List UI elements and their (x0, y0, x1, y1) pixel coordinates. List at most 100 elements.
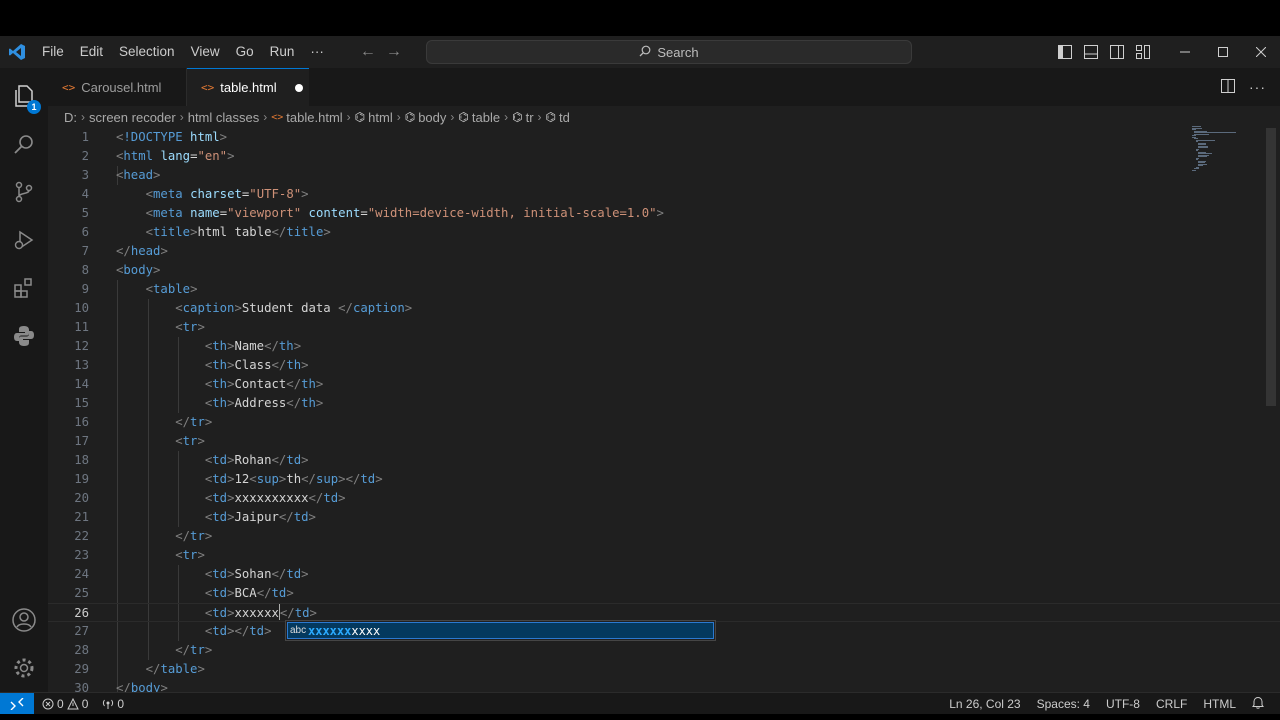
html-file-icon: <> (201, 81, 215, 94)
toggle-panel-icon[interactable] (1078, 36, 1104, 68)
code-line[interactable]: 22 </tr> (48, 527, 1280, 546)
code-editor[interactable]: 1 <!DOCTYPE html> 2 <html lang="en"> 3 <head>… (48, 128, 1280, 692)
search-label: Search (657, 44, 699, 60)
vertical-scrollbar[interactable] (1266, 128, 1276, 406)
breadcrumb-item[interactable]: td (559, 110, 570, 125)
close-icon[interactable] (1242, 36, 1280, 68)
search-icon[interactable] (0, 120, 48, 168)
code-line[interactable]: 4 <meta charset="UTF-8"> (48, 185, 1280, 204)
code-line[interactable]: 5 <meta name="viewport" content="width=d… (48, 204, 1280, 223)
minimap[interactable] (1192, 126, 1252, 171)
code-line[interactable]: 13 <th>Class</th> (48, 356, 1280, 375)
menu-item[interactable]: Selection (111, 36, 183, 68)
line-number: 3 (81, 168, 89, 182)
breadcrumb-item[interactable]: screen recoder (89, 110, 176, 125)
menu-item[interactable]: Run (262, 36, 303, 68)
code-line[interactable]: 18 <td>Rohan</td> (48, 451, 1280, 470)
code-line[interactable]: 12 <th>Name</th> (48, 337, 1280, 356)
breadcrumb-item[interactable]: html (368, 110, 393, 125)
code-text: <td>xxxxxxxxxx</td> (204, 491, 346, 505)
code-line[interactable]: 29 </table> (48, 660, 1280, 679)
breadcrumb-item[interactable]: D: (64, 110, 77, 125)
code-line[interactable]: 23 <tr> (48, 546, 1280, 565)
suggest-widget[interactable]: abc xxxxxx xxxx (285, 620, 716, 641)
code-line[interactable]: 19 <td>12<sup>th</sup></td> (48, 470, 1280, 489)
extensions-icon[interactable] (0, 264, 48, 312)
element-symbol-icon: ⌬ (512, 110, 523, 124)
code-line[interactable]: 6 <title>html table</title> (48, 223, 1280, 242)
cursor-position[interactable]: Ln 26, Col 23 (949, 697, 1020, 711)
unsaved-dot-icon[interactable] (294, 83, 303, 92)
tab-table-html[interactable]: <> table.html (187, 68, 309, 106)
split-editor-icon[interactable] (1221, 78, 1235, 96)
run-debug-icon[interactable] (0, 216, 48, 264)
command-center-search[interactable]: Search (426, 40, 912, 64)
source-control-icon[interactable] (0, 168, 48, 216)
language-mode[interactable]: HTML (1203, 697, 1236, 711)
tab-carousel-html[interactable]: <> Carousel.html (48, 68, 187, 106)
line-number: 25 (74, 586, 89, 600)
toggle-primary-sidebar-icon[interactable] (1052, 36, 1078, 68)
code-line[interactable]: 16 </tr> (48, 413, 1280, 432)
suggestion-item[interactable]: abc xxxxxx xxxx (287, 622, 714, 639)
code-line[interactable]: 11 <tr> (48, 318, 1280, 337)
code-line[interactable]: 17 <tr> (48, 432, 1280, 451)
code-line[interactable]: 7 </head> (48, 242, 1280, 261)
code-line[interactable]: 15 <th>Address</th> (48, 394, 1280, 413)
code-line[interactable]: 9 <table> (48, 280, 1280, 299)
code-line[interactable]: 2 <html lang="en"> (48, 147, 1280, 166)
line-number: 14 (74, 377, 89, 391)
breadcrumb-item[interactable]: body (418, 110, 446, 125)
code-line[interactable]: 21 <td>Jaipur</td> (48, 508, 1280, 527)
back-arrow-icon[interactable]: ← (360, 43, 376, 61)
account-icon[interactable] (0, 596, 48, 644)
problems-indicator[interactable]: 0 0 (42, 697, 88, 711)
code-line[interactable]: 8 <body> (48, 261, 1280, 280)
breadcrumb-item[interactable]: html classes (188, 110, 260, 125)
indentation[interactable]: Spaces: 4 (1037, 697, 1090, 711)
code-line[interactable]: 30 </body> (48, 679, 1280, 692)
breadcrumb-item[interactable]: table (472, 110, 500, 125)
code-text: </table> (145, 662, 205, 676)
code-line[interactable]: 10 <caption>Student data </caption> (48, 299, 1280, 318)
code-line[interactable]: 20 <td>xxxxxxxxxx</td> (48, 489, 1280, 508)
line-number: 7 (81, 244, 89, 258)
line-number: 1 (81, 130, 89, 144)
video-letterbox-bottom (0, 714, 1280, 720)
breadcrumb-item[interactable]: table.html (286, 110, 342, 125)
toggle-secondary-sidebar-icon[interactable] (1104, 36, 1130, 68)
more-actions-icon[interactable]: ··· (1249, 79, 1266, 95)
notifications-bell-icon[interactable] (1252, 696, 1264, 712)
breadcrumb-item[interactable]: tr (526, 110, 534, 125)
menu-item[interactable]: Edit (72, 36, 111, 68)
code-text: </tr> (175, 415, 213, 429)
code-line[interactable]: 24 <td>Sohan</td> (48, 565, 1280, 584)
forward-arrow-icon[interactable]: → (386, 43, 402, 61)
menu-item[interactable]: File (34, 36, 72, 68)
menu-item[interactable]: View (183, 36, 228, 68)
code-line[interactable]: 28 </tr> (48, 641, 1280, 660)
explorer-icon[interactable]: 1 (0, 72, 48, 120)
code-line[interactable]: 14 <th>Contact</th> (48, 375, 1280, 394)
menu-item[interactable]: Go (228, 36, 262, 68)
code-line[interactable]: 25 <td>BCA</td> (48, 584, 1280, 603)
code-line[interactable]: 1 <!DOCTYPE html> (48, 128, 1280, 147)
minimap-line (1196, 139, 1216, 141)
maximize-icon[interactable] (1204, 36, 1242, 68)
menu-item[interactable]: ··· (302, 36, 332, 68)
error-icon (42, 698, 54, 710)
status-left: 0 0 0 (42, 693, 124, 715)
customize-layout-icon[interactable] (1130, 36, 1156, 68)
minimap-line (1198, 147, 1208, 148)
line-number: 27 (74, 624, 89, 638)
remote-icon[interactable] (0, 693, 34, 715)
chevron-right-icon: › (450, 110, 455, 124)
end-of-line[interactable]: CRLF (1156, 697, 1187, 711)
code-line[interactable]: 3 <head> (48, 166, 1280, 185)
python-icon[interactable] (0, 312, 48, 360)
ports-indicator[interactable]: 0 (102, 697, 124, 711)
code-text: <td>BCA</td> (204, 586, 294, 600)
encoding[interactable]: UTF-8 (1106, 697, 1140, 711)
minimize-icon[interactable] (1166, 36, 1204, 68)
settings-icon[interactable] (0, 644, 48, 692)
